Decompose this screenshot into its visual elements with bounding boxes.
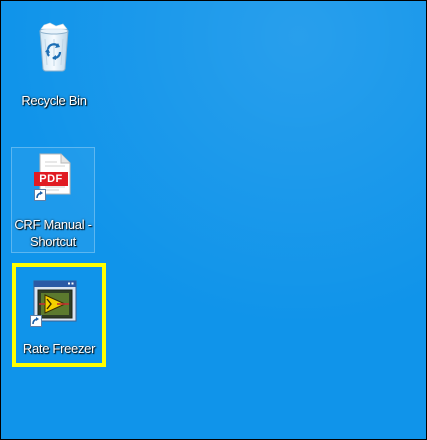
pdf-badge: PDF — [34, 172, 68, 186]
desktop-screen: Recycle Bin PDF CRF Manual - Shortcut Ra… — [0, 0, 427, 440]
rate-freezer-desktop-icon[interactable]: Rate Freezer — [12, 263, 106, 367]
shortcut-arrow-icon — [34, 189, 46, 201]
recycle-bin-label: Recycle Bin — [21, 93, 87, 108]
crf-manual-shortcut-desktop-icon[interactable]: PDF CRF Manual - Shortcut — [11, 147, 95, 253]
shortcut-arrow-icon — [30, 315, 42, 327]
recycle-bin-icon — [36, 21, 72, 73]
rate-freezer-label: Rate Freezer — [22, 341, 96, 356]
crf-manual-label-line1: CRF Manual - — [14, 217, 92, 232]
recycle-bin-desktop-icon[interactable]: Recycle Bin — [13, 21, 95, 121]
crf-manual-label-line2: Shortcut — [29, 234, 76, 249]
